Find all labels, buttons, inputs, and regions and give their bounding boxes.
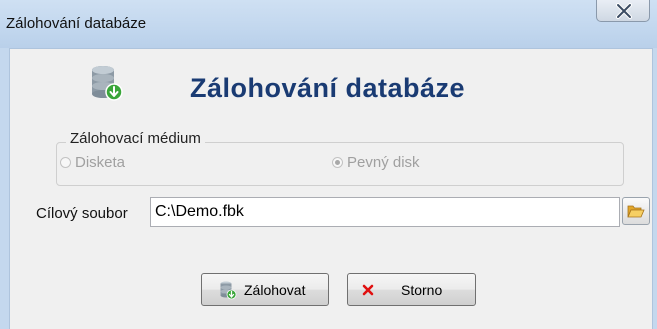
window-title: Zálohování databáze <box>6 15 147 32</box>
cancel-x-icon <box>362 284 374 296</box>
window-frame-left <box>0 48 10 329</box>
radio-disketa-circle[interactable] <box>60 157 71 168</box>
folder-open-icon <box>627 205 645 218</box>
backup-button[interactable]: Zálohovat <box>201 273 329 306</box>
database-backup-small-icon <box>220 281 237 300</box>
target-file-label: Cílový soubor <box>36 205 128 222</box>
window-frame-right <box>652 48 657 329</box>
database-backup-icon <box>92 66 123 101</box>
target-file-input[interactable] <box>150 197 620 227</box>
radio-disketa-label: Disketa <box>75 154 126 171</box>
browse-folder-button[interactable] <box>622 197 650 225</box>
cancel-button-label: Storno <box>401 282 443 298</box>
dialog-heading: Zálohování databáze <box>190 73 466 103</box>
title-bar[interactable]: Zálohování databáze <box>0 0 657 49</box>
radio-pevny-disk-label: Pevný disk <box>347 154 420 171</box>
radio-disketa[interactable]: Disketa <box>60 154 125 171</box>
dialog-content: Zálohování databáze Zálohovací médium Di… <box>10 49 652 329</box>
backup-button-label: Zálohovat <box>244 282 306 298</box>
close-icon <box>616 3 632 19</box>
backup-dialog-window: Zálohování databáze Zálohování databáze … <box>0 0 657 329</box>
radio-pevny-disk-circle[interactable] <box>332 157 343 168</box>
cancel-button[interactable]: Storno <box>347 273 476 306</box>
backup-medium-legend: Zálohovací médium <box>66 130 205 147</box>
radio-pevny-disk[interactable]: Pevný disk <box>332 154 420 171</box>
close-button[interactable] <box>596 0 650 22</box>
